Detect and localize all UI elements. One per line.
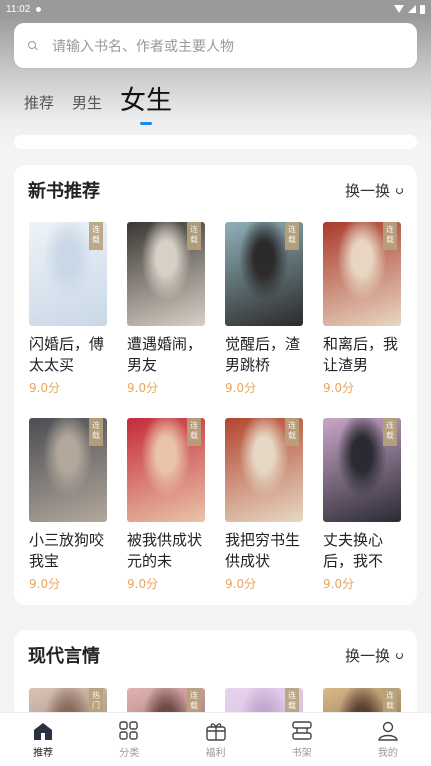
book-item[interactable]: 连载 丈夫换心后，我不 9.0分 bbox=[323, 418, 403, 592]
tab-male[interactable]: 男生 bbox=[72, 92, 102, 125]
book-item[interactable]: 连载 闪婚后，傅太太买 9.0分 bbox=[29, 222, 109, 396]
section-header: 现代言情 换一换 bbox=[28, 630, 403, 680]
book-item[interactable]: 连载 小三放狗咬我宝 9.0分 bbox=[29, 418, 109, 592]
status-tag: 连载 bbox=[187, 222, 201, 250]
user-icon bbox=[378, 721, 398, 741]
section-title: 新书推荐 bbox=[28, 181, 100, 202]
home-icon bbox=[34, 722, 53, 740]
book-title: 小三放狗咬我宝 bbox=[29, 531, 105, 570]
book-cover: 连载 bbox=[29, 222, 107, 326]
book-cover: 连载 bbox=[29, 418, 107, 522]
wifi-icon bbox=[394, 5, 404, 13]
bottom-nav: 推荐 分类 福利 书架 我的 bbox=[0, 712, 431, 766]
book-item[interactable]: 连载 觉醒后，渣男跳桥 9.0分 bbox=[225, 222, 305, 396]
book-title: 被我供成状元的未 bbox=[127, 531, 203, 570]
book-item[interactable]: 连载 和离后，我让渣男 9.0分 bbox=[323, 222, 403, 396]
book-item[interactable]: 连载 被我供成状元的未 9.0分 bbox=[127, 418, 207, 592]
section-header: 新书推荐 换一换 bbox=[28, 165, 403, 215]
book-cover: 连载 bbox=[225, 418, 303, 522]
nav-item-recommend[interactable]: 推荐 bbox=[0, 713, 86, 766]
channel-tabs: 推荐 男生 女生 bbox=[24, 80, 190, 125]
book-score: 9.0分 bbox=[225, 381, 257, 395]
book-score: 9.0分 bbox=[29, 381, 61, 395]
nav-label: 推荐 bbox=[33, 747, 54, 759]
nav-label: 书架 bbox=[291, 747, 312, 759]
book-cover: 连载 bbox=[127, 418, 205, 522]
book-title: 丈夫换心后，我不 bbox=[323, 531, 384, 570]
book-score: 9.0分 bbox=[323, 381, 355, 395]
grid-icon bbox=[119, 720, 138, 740]
book-title: 我把穷书生供成状 bbox=[225, 531, 301, 570]
book-score: 9.0分 bbox=[225, 577, 257, 591]
status-icons bbox=[394, 4, 425, 14]
book-title: 和离后，我让渣男 bbox=[323, 335, 399, 374]
nav-item-category[interactable]: 分类 bbox=[86, 713, 172, 766]
refresh-button[interactable]: 换一换 bbox=[345, 645, 403, 666]
nav-label: 分类 bbox=[119, 747, 140, 759]
bookshelf-icon bbox=[292, 720, 312, 740]
notification-dot-icon bbox=[36, 6, 42, 12]
banner-card bbox=[14, 135, 417, 149]
book-score: 9.0分 bbox=[127, 577, 159, 591]
refresh-label: 换一换 bbox=[344, 181, 390, 200]
book-cover: 连载 bbox=[225, 222, 303, 326]
status-tag: 连载 bbox=[383, 418, 397, 446]
section-title: 现代言情 bbox=[28, 646, 100, 667]
signal-icon bbox=[408, 5, 416, 13]
tab-recommend[interactable]: 推荐 bbox=[24, 92, 54, 125]
refresh-label: 换一换 bbox=[344, 646, 390, 665]
book-title: 闪婚后，傅太太买 bbox=[29, 335, 105, 374]
status-tag: 连载 bbox=[187, 418, 201, 446]
book-title: 觉醒后，渣男跳桥 bbox=[225, 335, 301, 374]
nav-item-welfare[interactable]: 福利 bbox=[172, 713, 258, 766]
status-tag: 连载 bbox=[89, 418, 103, 446]
book-item[interactable]: 连载 我把穷书生供成状 9.0分 bbox=[225, 418, 305, 592]
tab-female[interactable]: 女生 bbox=[120, 80, 172, 125]
nav-item-profile[interactable]: 我的 bbox=[345, 713, 431, 766]
book-title: 遭遇婚闹，男友 bbox=[127, 335, 203, 374]
refresh-button[interactable]: 换一换 bbox=[345, 180, 403, 201]
battery-icon bbox=[420, 4, 425, 14]
nav-label: 福利 bbox=[205, 747, 226, 759]
book-item[interactable]: 连载 遭遇婚闹，男友 9.0分 bbox=[127, 222, 207, 396]
search-icon bbox=[28, 40, 38, 51]
book-cover: 连载 bbox=[127, 222, 205, 326]
book-score: 9.0分 bbox=[29, 577, 61, 591]
search-placeholder: 请输入书名、作者或主要人物 bbox=[52, 38, 234, 55]
status-bar: 11:02 bbox=[0, 0, 431, 18]
gift-icon bbox=[205, 722, 226, 741]
status-tag: 连载 bbox=[89, 222, 103, 250]
refresh-icon bbox=[396, 186, 403, 194]
status-time: 11:02 bbox=[6, 3, 31, 15]
status-tag: 连载 bbox=[285, 222, 299, 250]
nav-item-bookshelf[interactable]: 书架 bbox=[259, 713, 345, 766]
book-score: 9.0分 bbox=[127, 381, 159, 395]
book-cover: 连载 bbox=[323, 222, 401, 326]
book-score: 9.0分 bbox=[323, 577, 355, 591]
search-input[interactable]: 请输入书名、作者或主要人物 bbox=[14, 23, 417, 68]
status-tag: 连载 bbox=[383, 222, 397, 250]
nav-label: 我的 bbox=[377, 747, 398, 759]
refresh-icon bbox=[396, 651, 403, 659]
book-cover: 连载 bbox=[323, 418, 401, 522]
status-tag: 连载 bbox=[285, 418, 299, 446]
